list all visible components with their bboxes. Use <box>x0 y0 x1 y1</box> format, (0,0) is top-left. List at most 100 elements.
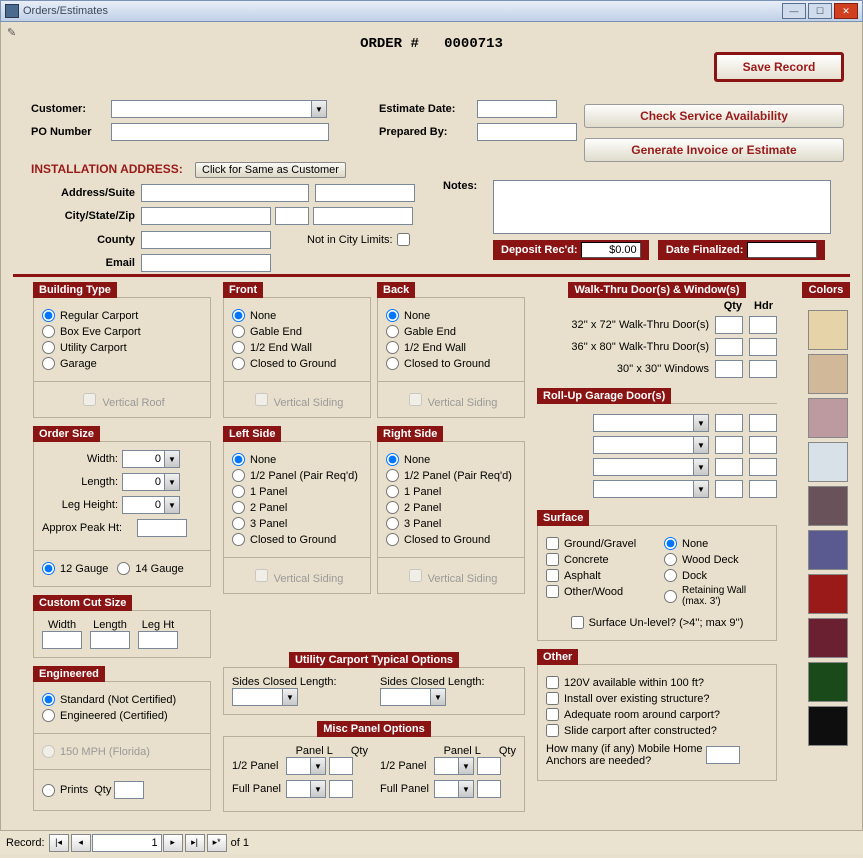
rollup2-qty[interactable] <box>715 436 743 454</box>
back-gable-radio[interactable] <box>386 325 399 338</box>
surf-wood-radio[interactable] <box>664 553 677 566</box>
rollup3-input[interactable] <box>593 458 693 476</box>
leg-height-input[interactable] <box>122 496 164 514</box>
eng-standard-radio[interactable] <box>42 693 55 706</box>
scl-right-combo[interactable]: ▼ <box>380 688 446 706</box>
front-half-radio[interactable] <box>232 341 245 354</box>
surf-dock-radio[interactable] <box>664 569 677 582</box>
surf-none-radio[interactable] <box>664 537 677 550</box>
color-swatch-2[interactable] <box>808 398 848 438</box>
save-record-button[interactable]: Save Record <box>714 52 844 82</box>
surf-unlevel-check[interactable] <box>571 616 584 629</box>
peak-input[interactable] <box>137 519 187 537</box>
chevron-down-icon[interactable]: ▼ <box>311 100 327 118</box>
close-button[interactable]: ✕ <box>834 3 858 19</box>
other-slide-check[interactable] <box>546 724 559 737</box>
color-swatch-9[interactable] <box>808 706 848 746</box>
rollup3-hdr[interactable] <box>749 458 777 476</box>
rs-half-radio[interactable] <box>386 469 399 482</box>
same-as-customer-button[interactable]: Click for Same as Customer <box>195 162 346 178</box>
ls-half-radio[interactable] <box>232 469 245 482</box>
suite-input[interactable] <box>315 184 415 202</box>
ls-none-radio[interactable] <box>232 453 245 466</box>
rs-2p-radio[interactable] <box>386 501 399 514</box>
ls-closed-radio[interactable] <box>232 533 245 546</box>
nav-new-button[interactable]: ▸* <box>207 834 227 852</box>
surf-retain-radio[interactable] <box>664 590 677 603</box>
prints-radio[interactable] <box>42 784 55 797</box>
estimate-date-input[interactable] <box>477 100 557 118</box>
back-half-radio[interactable] <box>386 341 399 354</box>
hp2-qty[interactable] <box>477 757 501 775</box>
minimize-button[interactable]: — <box>782 3 806 19</box>
chevron-down-icon[interactable]: ▼ <box>164 473 180 491</box>
chevron-down-icon[interactable]: ▼ <box>310 757 326 775</box>
cc-leg-input[interactable] <box>138 631 178 649</box>
rollup3-combo[interactable]: ▼ <box>593 458 709 476</box>
hp1-input[interactable] <box>286 757 310 775</box>
rollup3-qty[interactable] <box>715 458 743 476</box>
rollup2-combo[interactable]: ▼ <box>593 436 709 454</box>
scl-left-combo[interactable]: ▼ <box>232 688 298 706</box>
chevron-down-icon[interactable]: ▼ <box>693 458 709 476</box>
rs-1p-radio[interactable] <box>386 485 399 498</box>
color-swatch-5[interactable] <box>808 530 848 570</box>
record-pos-input[interactable] <box>92 834 162 852</box>
maximize-button[interactable]: ☐ <box>808 3 832 19</box>
other-install-check[interactable] <box>546 692 559 705</box>
prints-qty-input[interactable] <box>114 781 144 799</box>
scl-left-input[interactable] <box>232 688 282 706</box>
width-combo[interactable]: ▼ <box>122 450 180 468</box>
rollup1-combo[interactable]: ▼ <box>593 414 709 432</box>
win30-hdr[interactable] <box>749 360 777 378</box>
rollup1-hdr[interactable] <box>749 414 777 432</box>
surf-ground-check[interactable] <box>546 537 559 550</box>
chevron-down-icon[interactable]: ▼ <box>458 780 474 798</box>
state-input[interactable] <box>275 207 309 225</box>
chevron-down-icon[interactable]: ▼ <box>693 414 709 432</box>
chevron-down-icon[interactable]: ▼ <box>282 688 298 706</box>
po-input[interactable] <box>111 123 329 141</box>
bt-garage-radio[interactable] <box>42 357 55 370</box>
scl-right-input[interactable] <box>380 688 430 706</box>
notes-textarea[interactable] <box>493 180 831 234</box>
fp1-combo[interactable]: ▼ <box>286 780 326 798</box>
nav-first-button[interactable]: |◂ <box>49 834 69 852</box>
city-limits-checkbox[interactable] <box>397 233 410 246</box>
color-swatch-4[interactable] <box>808 486 848 526</box>
fp2-qty[interactable] <box>477 780 501 798</box>
fp2-combo[interactable]: ▼ <box>434 780 474 798</box>
bt-utility-radio[interactable] <box>42 341 55 354</box>
nav-prev-button[interactable]: ◂ <box>71 834 91 852</box>
other-adequate-check[interactable] <box>546 708 559 721</box>
rollup1-input[interactable] <box>593 414 693 432</box>
hp2-combo[interactable]: ▼ <box>434 757 474 775</box>
walk36-qty[interactable] <box>715 338 743 356</box>
bt-regular-radio[interactable] <box>42 309 55 322</box>
length-input[interactable] <box>122 473 164 491</box>
fp2-input[interactable] <box>434 780 458 798</box>
rollup4-qty[interactable] <box>715 480 743 498</box>
zip-input[interactable] <box>313 207 413 225</box>
color-swatch-6[interactable] <box>808 574 848 614</box>
gauge12-radio[interactable] <box>42 562 55 575</box>
color-swatch-0[interactable] <box>808 310 848 350</box>
color-swatch-3[interactable] <box>808 442 848 482</box>
chevron-down-icon[interactable]: ▼ <box>458 757 474 775</box>
walk36-hdr[interactable] <box>749 338 777 356</box>
county-input[interactable] <box>141 231 271 249</box>
nav-next-button[interactable]: ▸ <box>163 834 183 852</box>
address-input[interactable] <box>141 184 309 202</box>
gauge14-radio[interactable] <box>117 562 130 575</box>
city-input[interactable] <box>141 207 271 225</box>
fp1-input[interactable] <box>286 780 310 798</box>
bt-boxeve-radio[interactable] <box>42 325 55 338</box>
leg-height-combo[interactable]: ▼ <box>122 496 180 514</box>
other-120v-check[interactable] <box>546 676 559 689</box>
hp1-qty[interactable] <box>329 757 353 775</box>
rollup4-combo[interactable]: ▼ <box>593 480 709 498</box>
deposit-input[interactable] <box>581 242 641 258</box>
rs-3p-radio[interactable] <box>386 517 399 530</box>
back-none-radio[interactable] <box>386 309 399 322</box>
customer-combo[interactable]: ▼ <box>111 100 327 118</box>
